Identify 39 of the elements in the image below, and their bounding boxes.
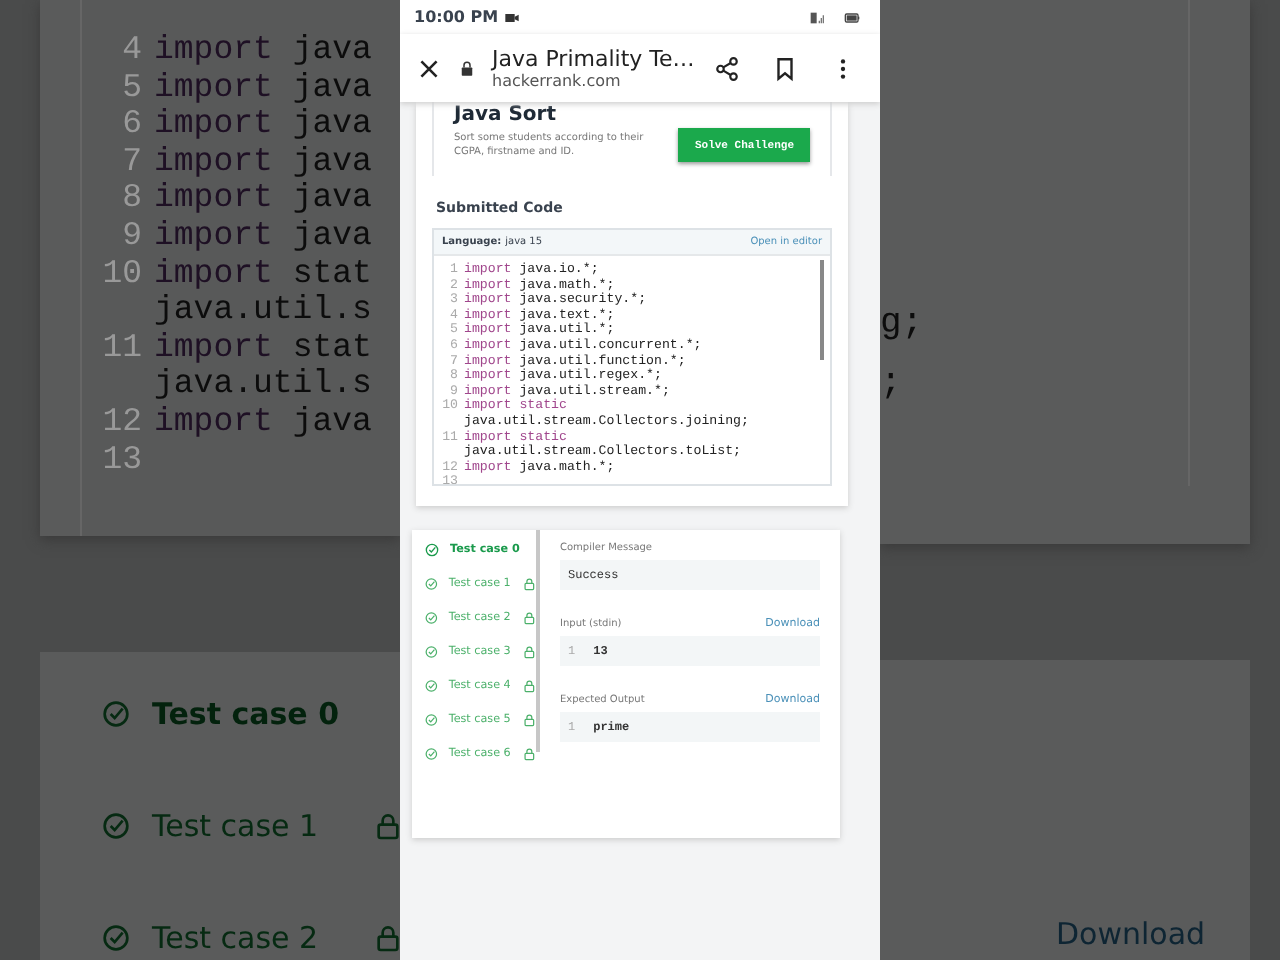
check-circle-icon [100,922,132,954]
page-url: hackerrank.com [492,72,623,90]
code-line: java.util.s [152,366,374,404]
check-circle-icon [424,678,439,694]
video-camera-icon [504,9,521,25]
code-line: 8 import java [120,180,374,218]
check-circle-icon [424,746,439,762]
code-line: 10 import stat [100,255,374,293]
code-line: java.util.s [152,292,374,330]
check-circle-icon [100,810,132,842]
code-line: 4 import java [120,32,374,70]
code-line: 11 import stat [100,329,374,367]
test-case-tab[interactable]: Test case 1 [100,804,400,848]
challenge-title: Java Sort [454,102,559,128]
check-circle-icon [424,542,440,558]
share-icon [714,55,740,81]
code-line: 12 import java [100,403,374,442]
code-line: 7 import java [120,143,374,181]
check-circle-icon [424,712,439,728]
lock-icon [458,59,476,77]
code-line: ; [880,362,904,408]
test-case-tab[interactable]: Test case 0 [100,692,400,736]
close-icon [416,55,442,81]
check-circle-icon [424,610,439,626]
bookmark-icon [772,55,798,81]
status-time: 10:00 PM [414,8,499,26]
code-line: g; [880,302,926,348]
close-button[interactable] [416,55,442,81]
download-link[interactable]: Download [1056,916,1250,952]
test-case-tab[interactable]: Test case 2 [100,916,400,960]
check-circle-icon [424,576,439,592]
check-circle-icon [424,644,439,660]
code-line: 5 import java [120,69,374,107]
check-circle-icon [100,698,132,730]
code-line: 13 [100,441,144,479]
code-line: 6 import java [120,106,374,144]
page-title: Java Primality Te… [492,46,690,72]
scrollbar[interactable] [820,260,824,360]
code-line: 9 import java [120,217,374,256]
